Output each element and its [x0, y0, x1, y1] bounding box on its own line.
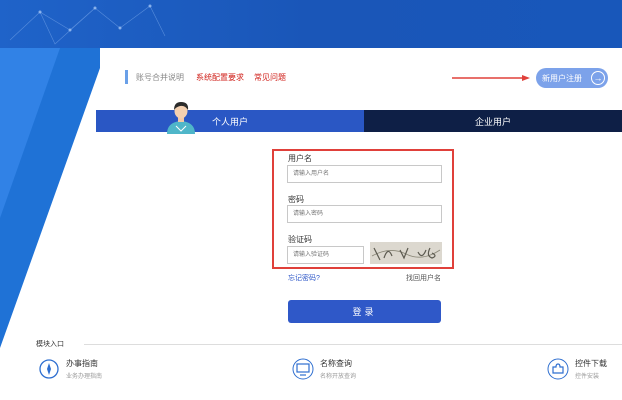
- login-button[interactable]: 登录: [288, 300, 441, 323]
- module-guide-subtitle: 业务办理指南: [66, 374, 103, 380]
- network-decoration-icon: [9, 4, 166, 45]
- retrieve-username-link[interactable]: 找回用户名: [406, 273, 441, 283]
- module-plugin-subtitle: 控件安装: [575, 374, 600, 380]
- system-requirements-link[interactable]: 系统配置要求: [196, 72, 244, 83]
- module-section-title: 模块入口: [36, 339, 67, 349]
- module-divider: [84, 344, 622, 345]
- arrow-right-icon: →: [591, 71, 605, 85]
- info-links: 账号合并说明 系统配置要求 常见问题: [125, 70, 296, 84]
- register-button-label: 新用户注册: [542, 73, 582, 83]
- plugin-icon: [547, 358, 569, 380]
- account-merge-link[interactable]: 账号合并说明: [136, 72, 184, 83]
- password-label: 密码: [288, 195, 304, 204]
- compass-icon: [39, 359, 59, 379]
- forgot-password-link[interactable]: 忘记密码?: [288, 273, 320, 283]
- module-item-guide[interactable]: 办事指南 业务办理指南: [38, 358, 102, 380]
- monitor-icon: [292, 358, 314, 380]
- captcha-image[interactable]: [370, 242, 442, 264]
- username-label: 用户名: [288, 154, 312, 163]
- module-name-query-subtitle: 名称开放查询: [320, 374, 357, 380]
- password-input[interactable]: [287, 205, 442, 223]
- top-banner: [0, 0, 622, 48]
- tab-enterprise-user[interactable]: 企业用户: [364, 110, 622, 132]
- username-input[interactable]: [287, 165, 442, 183]
- register-button[interactable]: 新用户注册 →: [536, 68, 608, 88]
- faq-link[interactable]: 常见问题: [254, 72, 286, 83]
- module-plugin-title: 控件下载: [575, 359, 607, 368]
- module-item-plugin-download[interactable]: 控件下载 控件安装: [547, 358, 607, 380]
- left-decoration: [0, 48, 100, 348]
- module-name-query-title: 名称查询: [320, 359, 352, 368]
- captcha-label: 验证码: [288, 235, 312, 244]
- avatar: [167, 102, 195, 134]
- module-item-name-query[interactable]: 名称查询 名称开放查询: [292, 358, 356, 380]
- annotation-arrow-icon: [452, 75, 530, 81]
- captcha-input[interactable]: [287, 246, 364, 264]
- module-guide-title: 办事指南: [66, 359, 98, 368]
- tab-personal-user[interactable]: 个人用户: [96, 110, 364, 132]
- accent-bar: [125, 70, 128, 84]
